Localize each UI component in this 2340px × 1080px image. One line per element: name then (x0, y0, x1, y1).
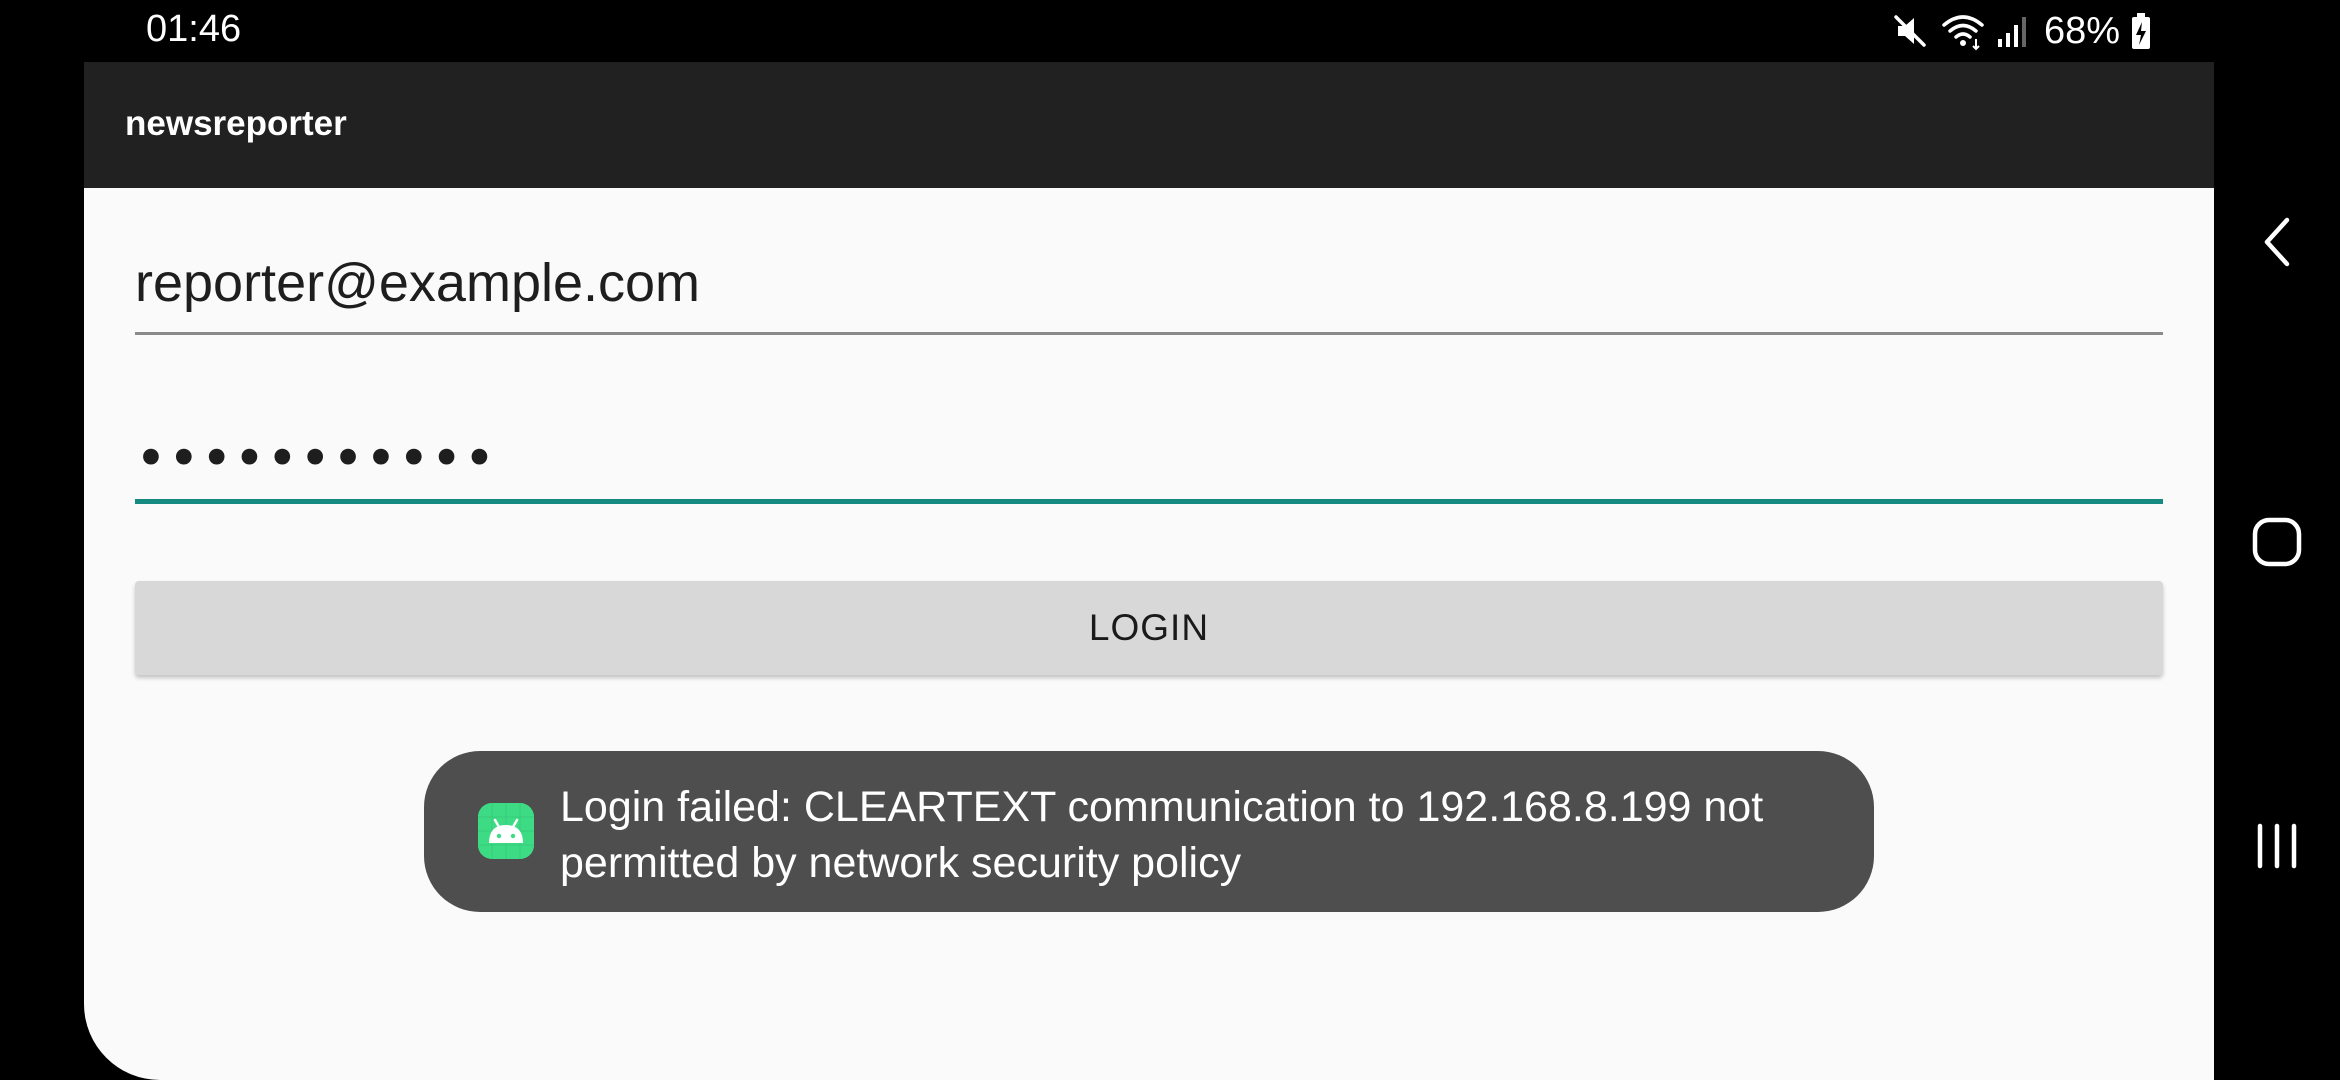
recents-button[interactable] (2214, 798, 2340, 898)
app-window: newsreporter reporter@example.com ••••••… (84, 62, 2214, 1080)
status-time: 01:46 (146, 8, 242, 50)
status-icons: 68% (1890, 8, 2152, 54)
recents-icon (2254, 820, 2300, 877)
home-icon (2251, 516, 2303, 573)
email-underline (135, 332, 2163, 335)
toast-text: Login failed: CLEARTEXT communication to… (560, 783, 1764, 887)
battery-percent: 68% (2043, 9, 2120, 52)
battery-charging-icon (2130, 11, 2152, 51)
navigation-bar (2214, 0, 2340, 1080)
email-value[interactable]: reporter@example.com (135, 252, 700, 314)
app-title: newsreporter (125, 104, 347, 143)
password-field[interactable]: ••••••••••• (135, 427, 2163, 527)
password-underline (135, 499, 2163, 504)
email-field[interactable]: reporter@example.com (135, 252, 2163, 398)
signal-icon (1996, 11, 2030, 51)
app-bar: newsreporter (84, 62, 2214, 188)
login-button[interactable]: LOGIN (135, 581, 2163, 675)
back-icon (2257, 214, 2297, 275)
back-button[interactable] (2214, 194, 2340, 294)
status-bar: 01:46 68% (0, 0, 2214, 62)
wifi-icon (1940, 11, 1986, 51)
phone-screen: 01:46 68% newsreporter reporter@example.… (0, 0, 2340, 1080)
toast-message: Login failed: CLEARTEXT communication to… (424, 751, 1874, 912)
password-value[interactable]: ••••••••••• (135, 427, 496, 490)
android-icon (478, 803, 534, 859)
mute-icon (1890, 11, 1930, 51)
home-button[interactable] (2214, 494, 2340, 594)
